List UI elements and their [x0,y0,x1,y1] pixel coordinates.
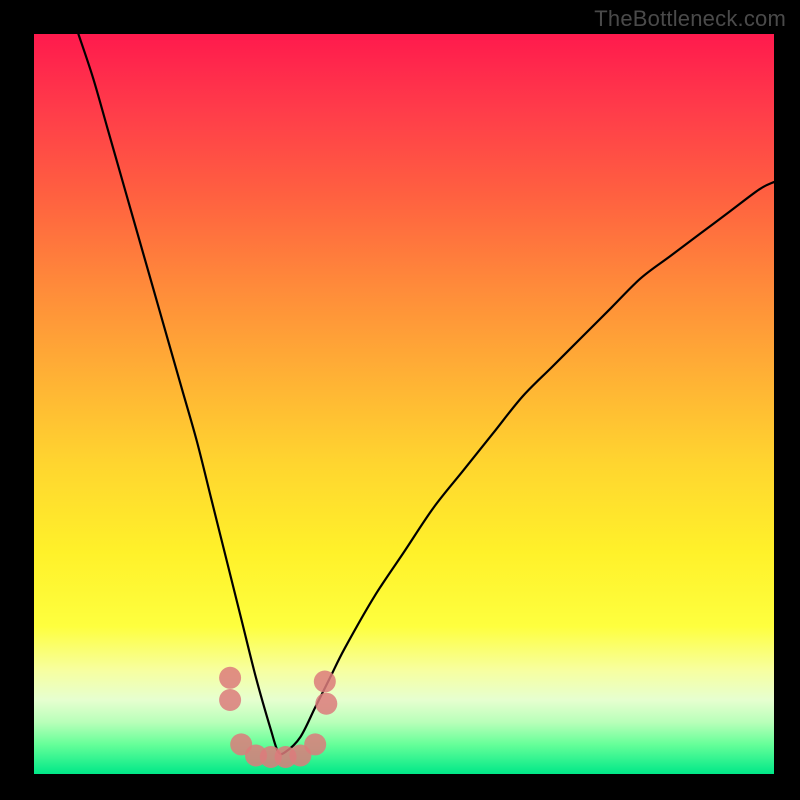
plot-area [34,34,774,774]
data-point [219,667,241,689]
data-point [219,689,241,711]
curve-line [78,34,774,754]
data-point [304,733,326,755]
outer-frame: TheBottleneck.com [0,0,800,800]
chart-svg [34,34,774,774]
data-points [219,667,337,768]
attribution-label: TheBottleneck.com [594,6,786,32]
data-point [314,671,336,693]
data-point [315,693,337,715]
